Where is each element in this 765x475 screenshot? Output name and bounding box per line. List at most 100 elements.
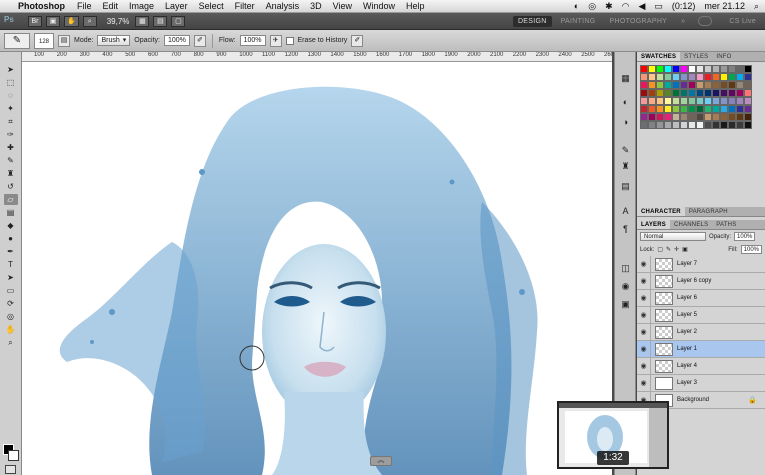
character-panel-icon[interactable]: A [618,205,633,217]
arrange-documents-button[interactable]: ▤ [153,15,168,27]
clock[interactable]: mer 21.12 [704,1,745,11]
swatch-color[interactable] [648,113,656,121]
panel-collapse-handle[interactable]: ︽ [370,456,392,466]
swatch-color[interactable] [648,73,656,81]
swatch-color[interactable] [672,105,680,113]
swatch-color[interactable] [696,65,704,73]
gradient-tool-icon[interactable]: ▤ [4,207,18,218]
swatch-color[interactable] [664,105,672,113]
swatch-color[interactable] [656,97,664,105]
swatch-color[interactable] [680,113,688,121]
menu-analysis[interactable]: Analysis [266,1,300,11]
clone-source-panel-icon[interactable]: ♜ [618,160,633,172]
lock-position-icon[interactable]: ✛ [674,246,679,253]
swatch-color[interactable] [720,89,728,97]
swatch-color[interactable] [712,97,720,105]
pressure-opacity-icon[interactable]: ✐ [193,34,206,47]
type-tool-icon[interactable]: T [4,259,18,270]
tab-paths[interactable]: PATHS [712,220,740,229]
screen-mode-button[interactable]: ▢ [171,15,186,27]
lock-pixels-icon[interactable]: ✎ [666,246,671,253]
swatch-color[interactable] [688,81,696,89]
dodge-tool-icon[interactable]: ● [4,233,18,244]
swatch-color[interactable] [672,89,680,97]
swatch-color[interactable] [704,81,712,89]
swatch-color[interactable] [744,89,752,97]
swatch-color[interactable] [704,105,712,113]
layer-row[interactable]: ◉ Layer 5 [637,306,765,324]
swatch-color[interactable] [736,73,744,81]
healing-brush-tool-icon[interactable]: ✚ [4,142,18,153]
swatch-color[interactable] [672,81,680,89]
eraser-tool-icon[interactable]: ▱ [3,194,18,205]
swatch-color[interactable] [672,121,680,129]
marquee-tool-icon[interactable]: ⬚ [4,77,18,88]
brush-panel-icon[interactable]: ✎ [618,144,633,156]
swatch-color[interactable] [656,113,664,121]
swatch-color[interactable] [744,105,752,113]
swatch-color[interactable] [712,113,720,121]
shape-tool-icon[interactable]: ▭ [4,285,18,296]
swatch-color[interactable] [720,73,728,81]
crop-tool-icon[interactable]: ⌗ [4,116,18,127]
swatch-color[interactable] [664,65,672,73]
hand-tool-icon[interactable]: ✋ [4,324,18,335]
swatch-color[interactable] [696,89,704,97]
menu-image[interactable]: Image [129,1,154,11]
swatch-color[interactable] [640,89,648,97]
menu-filter[interactable]: Filter [235,1,255,11]
swatch-color[interactable] [712,89,720,97]
tab-layers[interactable]: LAYERS [637,220,670,229]
swatch-color[interactable] [648,89,656,97]
swatch-color[interactable] [640,105,648,113]
brush-preset-icon[interactable]: ✎ [4,32,30,49]
swatch-color[interactable] [656,89,664,97]
swatch-color[interactable] [640,65,648,73]
swatch-color[interactable] [688,113,696,121]
tab-styles[interactable]: STYLES [680,52,712,61]
lock-transparency-icon[interactable]: ▢ [657,246,663,253]
cs-live-button[interactable]: CS Live [724,16,761,27]
swatch-color[interactable] [640,113,648,121]
video-preview[interactable]: 1:32 [557,401,669,469]
quick-selection-tool-icon[interactable]: ✦ [4,103,18,114]
swatch-color[interactable] [664,73,672,81]
swatch-color[interactable] [720,81,728,89]
swatch-color[interactable] [640,121,648,129]
opacity-input[interactable]: 100% [163,35,190,46]
swatch-color[interactable] [712,73,720,81]
layer-row[interactable]: ◉ Layer 3 [637,374,765,392]
swatch-color[interactable] [664,121,672,129]
channels-panel-icon[interactable]: ◉ [618,280,633,292]
zoom-tool-button[interactable]: ⌕ [82,15,97,27]
swatch-color[interactable] [648,105,656,113]
fill-input[interactable]: 100% [740,245,762,254]
swatch-color[interactable] [728,97,736,105]
tab-swatches[interactable]: SWATCHES [637,52,681,61]
tool-presets-icon[interactable]: ▤ [618,180,633,192]
blur-tool-icon[interactable]: ◆ [4,220,18,231]
visibility-eye-icon[interactable]: ◉ [637,306,651,324]
zoom-level[interactable]: 39,7% [107,17,130,26]
swatch-color[interactable] [688,105,696,113]
swatch-color[interactable] [712,105,720,113]
workspace-design[interactable]: DESIGN [512,15,552,27]
swatch-color[interactable] [680,105,688,113]
layers-panel-icon[interactable]: ◫ [618,262,633,274]
brush-size-picker[interactable]: 128 [34,32,54,49]
tab-info[interactable]: INFO [712,52,735,61]
swatch-color[interactable] [680,81,688,89]
swatch-color[interactable] [728,65,736,73]
layer-row[interactable]: ◉ Layer 4 [637,357,765,375]
swatch-color[interactable] [744,65,752,73]
swatch-color[interactable] [680,73,688,81]
zoom-tool-icon[interactable]: ⌕ [4,337,18,348]
layer-row[interactable]: ◉ Layer 1 [637,340,765,358]
swatch-color[interactable] [712,81,720,89]
swatch-color[interactable] [728,121,736,129]
swatch-color[interactable] [696,105,704,113]
eyedropper-tool-icon[interactable]: ✑ [4,129,18,140]
swatch-color[interactable] [688,73,696,81]
3d-orbit-tool-icon[interactable]: ◎ [4,311,18,322]
swatch-color[interactable] [680,97,688,105]
